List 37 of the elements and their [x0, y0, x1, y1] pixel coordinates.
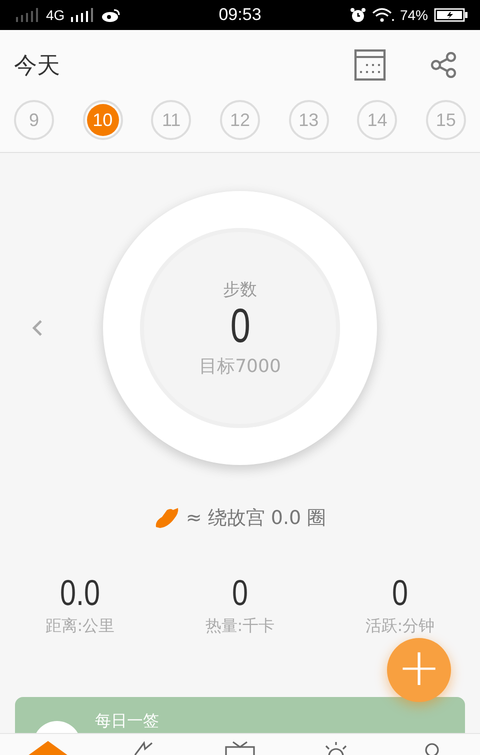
tv-icon[interactable] [224, 741, 256, 755]
wifi-icon [372, 8, 394, 22]
date-button[interactable]: 12 [220, 100, 260, 140]
signal-icon [16, 8, 40, 22]
stat-value: 0.0 [60, 571, 100, 614]
steps-value: 0 [230, 301, 250, 354]
approx-symbol: ≈ [186, 507, 202, 529]
date-button[interactable]: 14 [357, 100, 398, 140]
steps-goal: 目标7000 [199, 354, 281, 378]
stat-label: 活跃:分钟 [365, 616, 435, 638]
date-button[interactable]: 10 [82, 100, 123, 140]
card-title: 每日一签 [95, 711, 159, 732]
calendar-icon[interactable] [354, 49, 386, 81]
stat-value: 0 [392, 571, 408, 614]
daily-card[interactable]: 每日一签 [15, 697, 465, 733]
add-button[interactable]: + [387, 638, 451, 702]
signal-icon [70, 8, 95, 22]
steps-label: 步数 [223, 279, 257, 302]
stat-label: 热量:千卡 [205, 616, 275, 638]
weibo-icon [100, 8, 121, 22]
date-button[interactable]: 15 [426, 100, 466, 140]
alarm-icon [350, 7, 366, 23]
stat-value: 0 [232, 571, 248, 614]
shoe-icon [154, 507, 180, 529]
network-label: 4G [46, 7, 65, 23]
date-button[interactable]: 11 [151, 100, 192, 140]
battery-percent: 74% [400, 7, 428, 23]
clock-time: 09:53 [218, 5, 262, 25]
battery-icon [434, 8, 468, 22]
date-button[interactable]: 9 [14, 100, 54, 140]
date-button[interactable]: 13 [288, 100, 329, 140]
stat-label: 距离:公里 [45, 616, 115, 638]
person-icon[interactable] [422, 741, 442, 755]
page-title: 今天 [14, 52, 60, 80]
home-icon[interactable] [26, 741, 70, 755]
share-icon[interactable] [430, 52, 458, 78]
comparison-text: 绕故宫 0.0 圈 [208, 506, 326, 531]
